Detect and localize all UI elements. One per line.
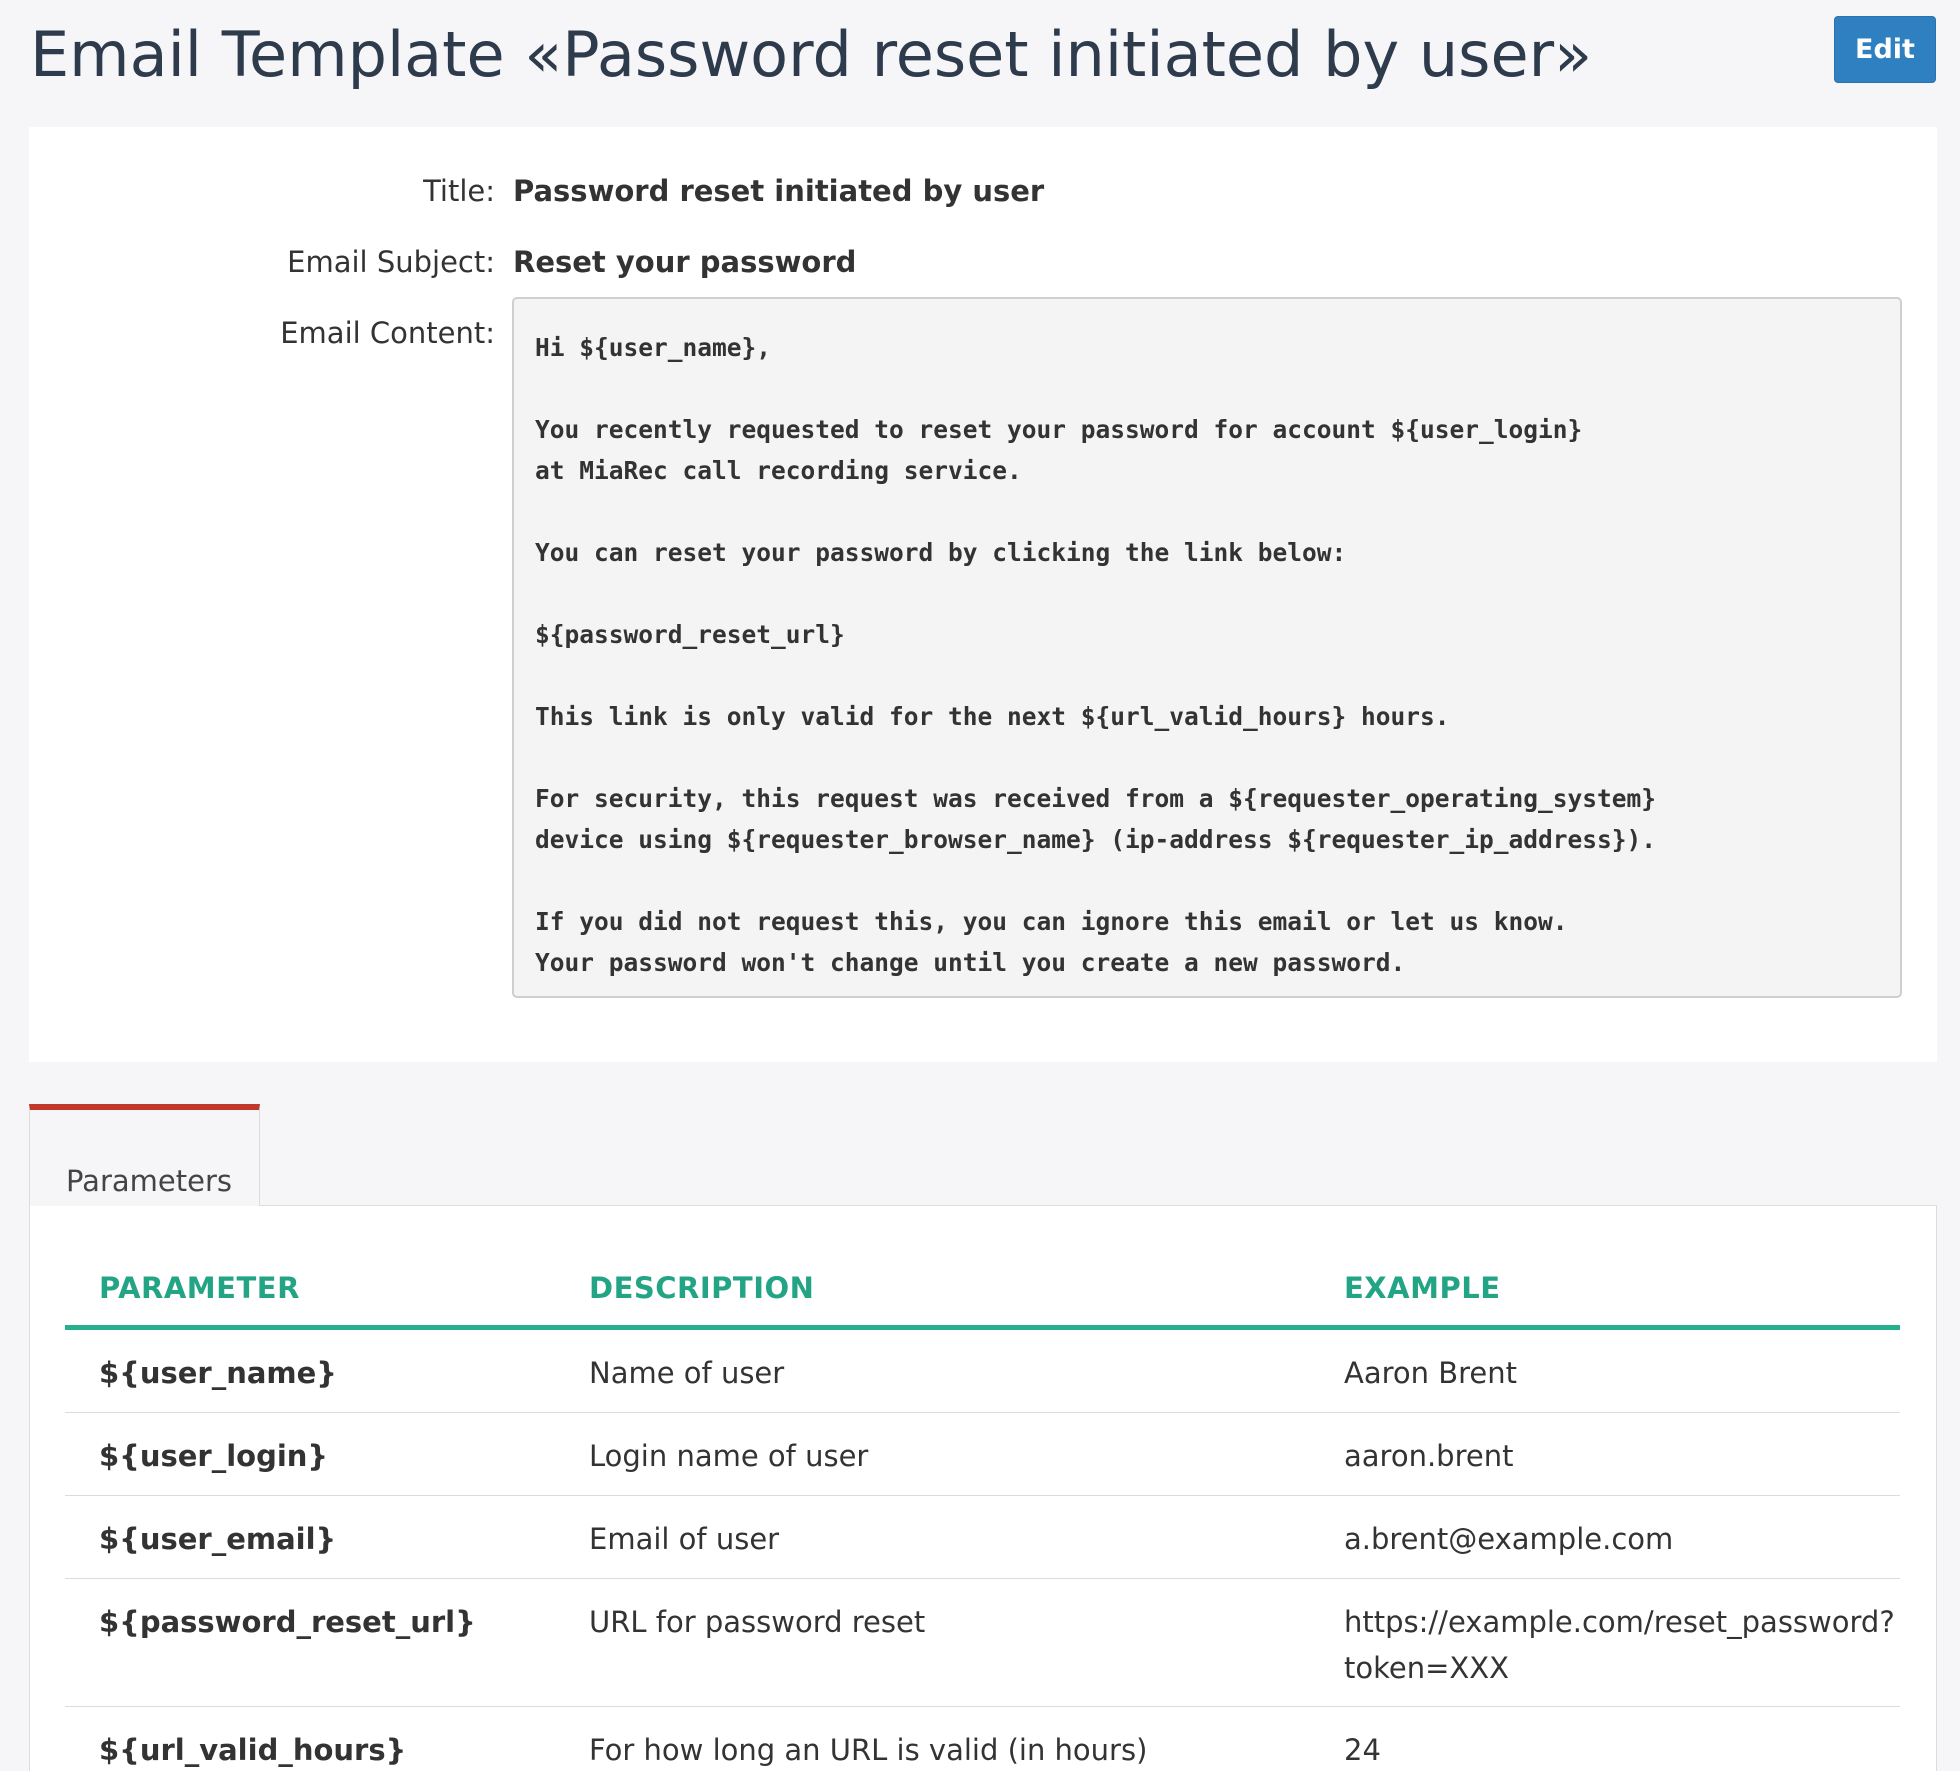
table-row: ${user_name} Name of user Aaron Brent xyxy=(65,1330,1900,1413)
table-row: ${url_valid_hours} For how long an URL i… xyxy=(65,1707,1900,1771)
email-content-line xyxy=(535,737,1880,778)
param-example: aaron.brent xyxy=(1344,1439,1514,1473)
edit-button[interactable]: Edit xyxy=(1834,16,1936,83)
email-content-line: You can reset your password by clicking … xyxy=(535,538,1347,567)
param-example: https://example.com/reset_password? toke… xyxy=(1344,1605,1895,1685)
param-description: Email of user xyxy=(589,1522,780,1556)
email-content-line xyxy=(535,491,1880,532)
column-header-parameter: PARAMETER xyxy=(99,1271,300,1305)
email-content-line: You recently requested to reset your pas… xyxy=(535,415,1583,444)
table-row: ${user_login} Login name of user aaron.b… xyxy=(65,1413,1900,1496)
title-label: Title: xyxy=(423,174,495,208)
column-header-example: EXAMPLE xyxy=(1344,1271,1501,1305)
param-name: ${user_name} xyxy=(99,1356,337,1390)
param-example: 24 xyxy=(1344,1733,1381,1767)
page-title: Email Template «Password reset initiated… xyxy=(30,18,1593,91)
param-description: Name of user xyxy=(589,1356,785,1390)
title-value: Password reset initiated by user xyxy=(513,174,1045,208)
email-content-line: Your password won't change until you cre… xyxy=(535,948,1406,977)
param-description: For how long an URL is valid (in hours) xyxy=(589,1733,1148,1767)
email-content-line xyxy=(535,655,1880,696)
email-content-line: If you did not request this, you can ign… xyxy=(535,907,1568,936)
parameters-panel: PARAMETER DESCRIPTION EXAMPLE ${user_nam… xyxy=(29,1205,1937,1771)
email-content-line xyxy=(535,368,1880,409)
email-content-line: Hi ${user_name}, xyxy=(535,333,772,362)
param-name: ${password_reset_url} xyxy=(99,1605,476,1639)
email-content-line xyxy=(535,573,1880,614)
email-content-box: Hi ${user_name}, You recently requested t… xyxy=(512,297,1902,998)
email-content-line: This link is only valid for the next ${u… xyxy=(535,702,1450,731)
tab-parameters[interactable]: Parameters xyxy=(29,1104,260,1206)
email-content-line: ${password_reset_url} xyxy=(535,620,845,649)
param-name: ${url_valid_hours} xyxy=(99,1733,407,1767)
table-row: ${password_reset_url} URL for password r… xyxy=(65,1579,1900,1707)
param-description: Login name of user xyxy=(589,1439,869,1473)
tab-parameters-label: Parameters xyxy=(66,1164,232,1198)
email-content-label: Email Content: xyxy=(280,316,495,350)
email-content-line: device using ${requester_browser_name} (… xyxy=(535,825,1657,854)
param-description: URL for password reset xyxy=(589,1605,926,1639)
param-example: Aaron Brent xyxy=(1344,1356,1518,1390)
param-name: ${user_login} xyxy=(99,1439,329,1473)
email-content-line xyxy=(535,860,1880,901)
email-content-line: at MiaRec call recording service. xyxy=(535,456,1022,485)
param-example: a.brent@example.com xyxy=(1344,1522,1674,1556)
email-subject-value: Reset your password xyxy=(513,245,857,279)
details-panel: Title: Password reset initiated by user … xyxy=(29,127,1937,1062)
page: Email Template «Password reset initiated… xyxy=(0,0,1960,1771)
table-row: ${user_email} Email of user a.brent@exam… xyxy=(65,1496,1900,1579)
table-header: PARAMETER DESCRIPTION EXAMPLE xyxy=(65,1251,1900,1330)
email-content-line: For security, this request was received … xyxy=(535,784,1657,813)
email-subject-label: Email Subject: xyxy=(287,245,495,279)
param-name: ${user_email} xyxy=(99,1522,337,1556)
column-header-description: DESCRIPTION xyxy=(589,1271,815,1305)
